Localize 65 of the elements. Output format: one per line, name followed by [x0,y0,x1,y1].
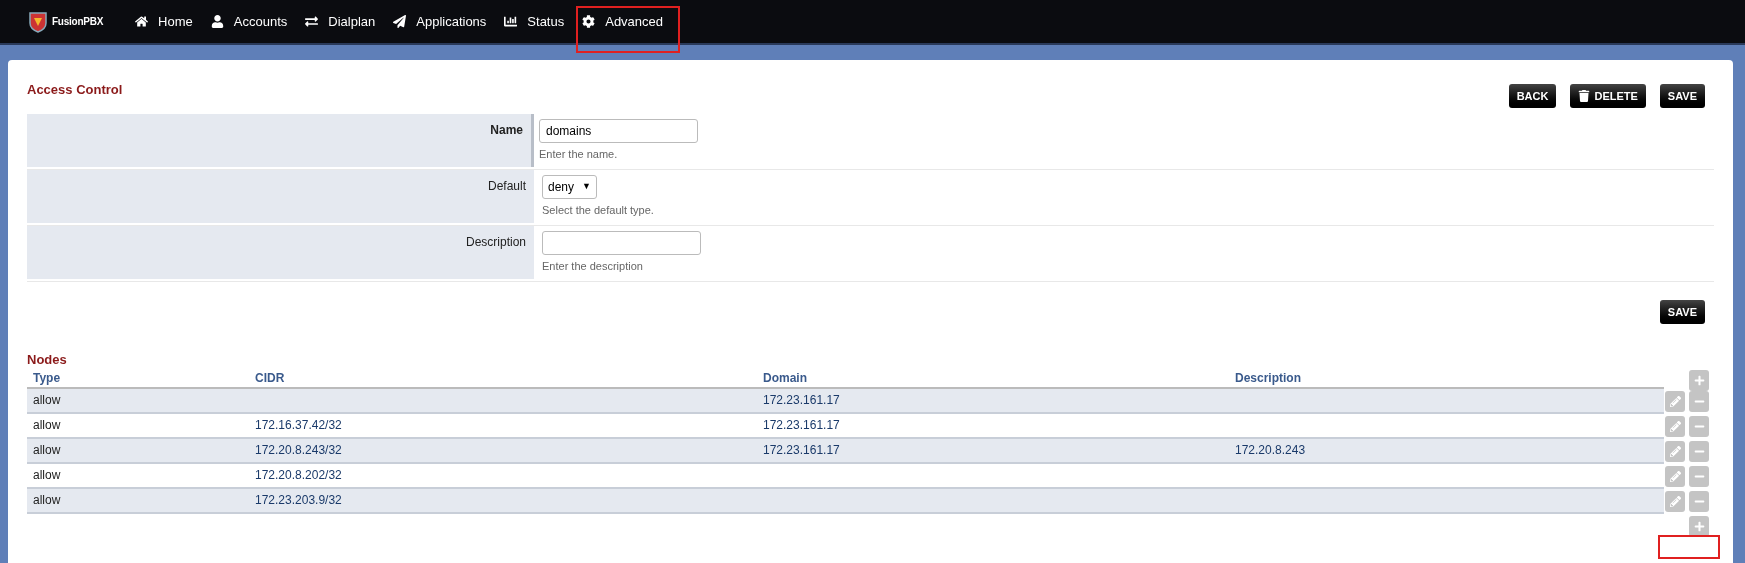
nav-link[interactable]: Home [135,11,193,32]
column-header: Description [1234,370,1302,387]
table-cell: 172.23.203.9/32 [255,493,342,507]
dropdown-caret-icon: ▼ [582,180,591,194]
field-label: Name [490,122,523,139]
table-cell: 172.20.8.243/32 [255,443,342,457]
nav-link[interactable]: Status [504,11,565,32]
table-cell: 172.20.8.202/32 [255,468,342,482]
nav-link[interactable]: Advanced [582,11,664,32]
field-label: Default [487,178,526,195]
remove-button[interactable] [1689,415,1709,437]
text-field[interactable]: domains [539,119,698,143]
edit-button[interactable] [1665,440,1685,462]
trash-icon [1578,90,1591,102]
remove-button[interactable] [1689,390,1709,412]
table-cell: 172.23.161.17 [763,393,840,407]
column-header: Type [32,370,62,387]
remove-button[interactable] [1689,465,1709,487]
field-label: Description [465,234,526,251]
field-hint: Enter the description [542,259,644,274]
bar-chart-icon [504,15,518,28]
page-title: Access Control [27,81,123,99]
arrows-icon [305,15,319,28]
paper-plane-icon [393,15,407,28]
edit-button[interactable] [1665,390,1685,412]
field-hint: Enter the name. [539,147,619,162]
table-cell: allow [33,443,61,457]
table-cell: allow [33,393,61,407]
edit-button[interactable] [1665,415,1685,437]
user-icon [210,15,224,28]
remove-button[interactable] [1689,440,1709,462]
add-button[interactable] [1689,515,1709,537]
field-hint: Select the default type. [542,203,654,218]
plus-icon [1693,374,1705,386]
pencil-icon [1669,495,1681,507]
section-title: Nodes [27,351,68,369]
gear-icon [582,15,596,28]
table-cell: 172.20.8.243 [1235,443,1306,457]
table-cell: 172.23.161.17 [763,418,840,432]
nav-link[interactable]: Accounts [210,11,288,32]
logo[interactable]: FusionPBX [28,10,104,33]
edit-button[interactable] [1665,465,1685,487]
action-button[interactable]: SAVE [1659,300,1705,324]
pencil-icon [1669,395,1681,407]
pencil-icon [1669,470,1681,482]
home-icon [135,15,149,28]
pencil-icon [1669,420,1681,432]
table-cell: allow [33,468,61,482]
text-field[interactable] [542,231,701,255]
shield-logo-icon [28,10,48,33]
delete-button[interactable]: DELETE [1570,84,1646,108]
nav-link[interactable]: Applications [393,11,487,32]
nav-link[interactable]: Dialplan [305,11,376,32]
table-cell: allow [33,418,61,432]
table-cell: 172.16.37.42/32 [255,418,342,432]
select-field[interactable]: deny ▼ [542,175,597,199]
pencil-icon [1669,445,1681,457]
table-cell: allow [33,493,61,507]
plus-icon [1693,520,1705,532]
column-header: Domain [762,370,808,387]
column-header: CIDR [254,370,286,387]
annotation-box [1658,535,1720,559]
table-cell: 172.23.161.17 [763,443,840,457]
action-button[interactable]: BACK [1508,84,1557,108]
action-button[interactable]: SAVE [1659,84,1705,108]
